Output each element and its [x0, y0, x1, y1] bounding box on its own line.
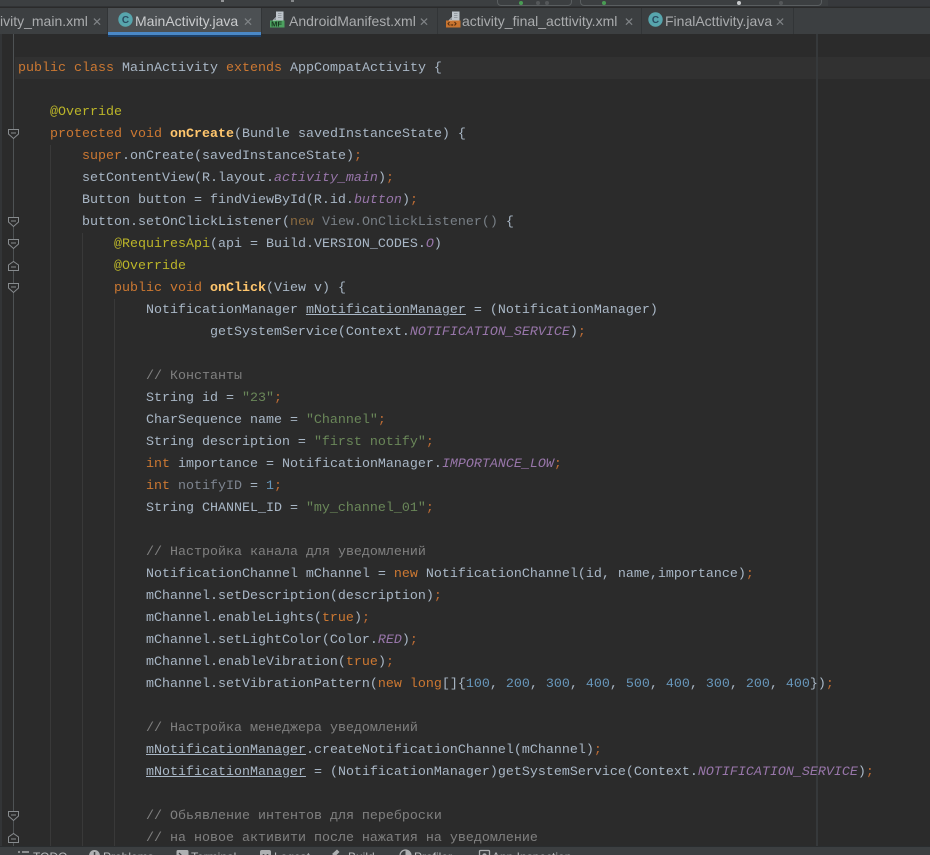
svg-text:C: C — [122, 15, 129, 26]
svg-text:C: C — [652, 15, 659, 26]
svg-text:MF: MF — [271, 20, 282, 28]
